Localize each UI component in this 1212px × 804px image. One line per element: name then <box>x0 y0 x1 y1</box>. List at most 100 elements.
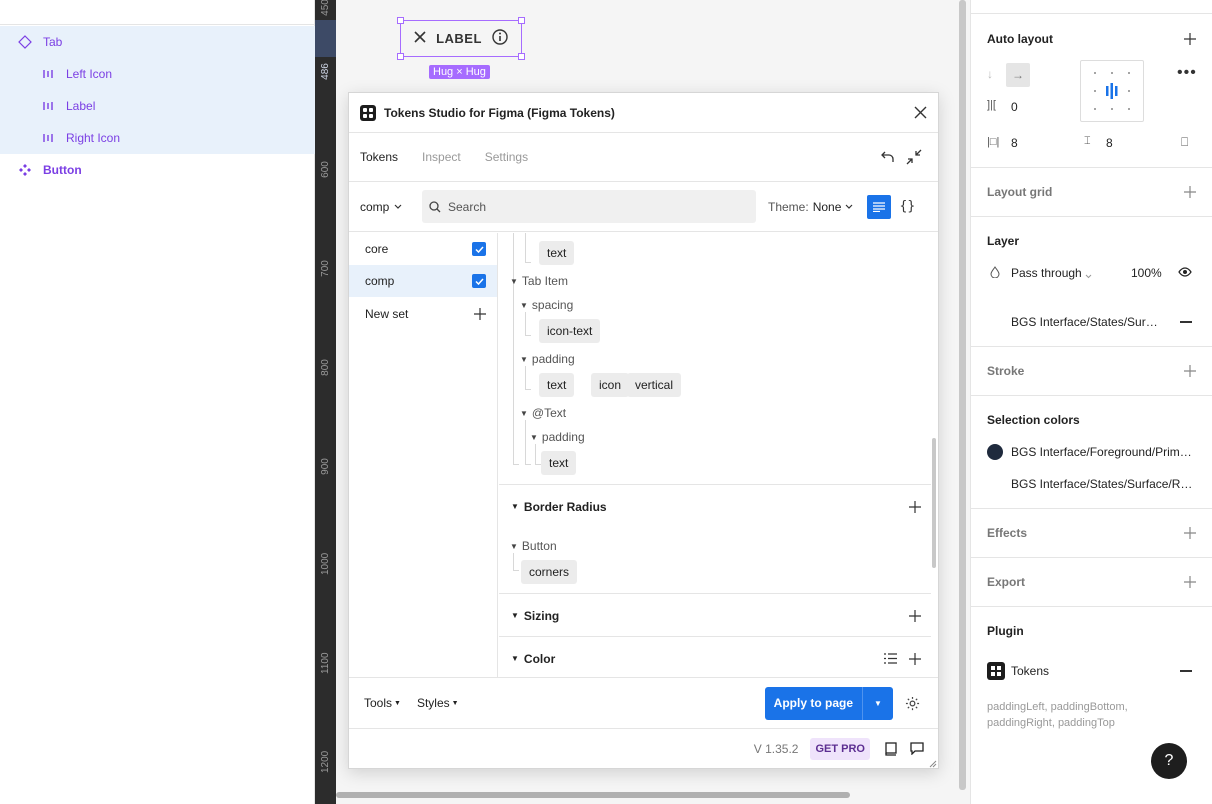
vertical-scrollbar[interactable] <box>959 0 966 790</box>
token-chip[interactable]: text <box>541 451 577 475</box>
token-group-text[interactable]: ▼ @Text <box>520 406 566 420</box>
resize-handle[interactable] <box>397 53 404 60</box>
token-set-checkbox[interactable] <box>472 242 486 256</box>
token-set-dropdown[interactable]: comp <box>360 200 422 214</box>
section-border-radius[interactable]: ▼ Border Radius <box>499 484 931 528</box>
tab-tokens[interactable]: Tokens <box>360 150 398 164</box>
resize-handle[interactable] <box>518 17 525 24</box>
section-title: Border Radius <box>523 499 607 514</box>
checkmark-icon <box>474 245 484 253</box>
plus-icon[interactable] <box>1182 525 1198 541</box>
fill-style-name[interactable]: BGS Interface/States/Surface/Rest <box>1011 315 1161 329</box>
gear-icon[interactable] <box>901 692 923 714</box>
token-group-tab-item[interactable]: ▼ Tab Item <box>510 274 568 288</box>
minus-icon[interactable] <box>1180 670 1192 672</box>
eye-icon[interactable] <box>1178 266 1192 280</box>
layer-item-tab[interactable]: Tab <box>0 26 315 58</box>
chevron-down-icon <box>845 204 853 209</box>
styles-menu[interactable]: Styles ▼ <box>417 696 459 710</box>
plus-icon[interactable] <box>474 308 486 320</box>
plus-icon[interactable] <box>909 609 921 622</box>
blend-mode-value[interactable]: Pass through <box>1011 266 1082 280</box>
horizontal-scrollbar[interactable] <box>336 792 850 798</box>
help-button[interactable]: ? <box>1151 743 1187 779</box>
layer-item-left-icon[interactable]: Left Icon <box>0 58 315 90</box>
ruler-tick: 450 <box>320 0 331 16</box>
search-field[interactable] <box>422 190 756 223</box>
chevron-down-icon <box>1085 268 1092 282</box>
plus-icon[interactable] <box>909 500 921 513</box>
apply-to-page-button[interactable]: Apply to page ▼ <box>764 686 893 720</box>
token-chip[interactable]: icon-text <box>539 319 601 343</box>
layer-label: Right Icon <box>66 131 121 145</box>
collapse-icon[interactable] <box>901 144 927 170</box>
section-color[interactable]: ▼ Color <box>499 636 931 677</box>
close-icon[interactable] <box>914 106 927 119</box>
list-icon[interactable] <box>884 653 897 664</box>
token-group-label: Button <box>521 539 557 553</box>
json-view-button[interactable]: {} <box>895 195 919 219</box>
layer-label: Button <box>43 163 82 177</box>
token-set-core[interactable]: core <box>349 233 497 265</box>
independent-padding-icon[interactable]: ⎕ <box>1181 135 1188 150</box>
token-chip[interactable]: corners <box>521 560 578 584</box>
apply-dropdown-button[interactable]: ▼ <box>863 699 893 708</box>
plugin-section-title: Plugin <box>987 624 1024 638</box>
tree-guide <box>525 233 531 263</box>
minus-icon[interactable] <box>1180 321 1192 323</box>
undo-icon[interactable] <box>875 144 901 170</box>
tools-menu[interactable]: Tools ▼ <box>364 696 401 710</box>
horizontal-padding-value[interactable]: 8 <box>1011 136 1018 150</box>
token-chip[interactable]: vertical <box>627 373 682 397</box>
plus-icon[interactable] <box>1182 184 1198 200</box>
tab-settings[interactable]: Settings <box>485 150 528 164</box>
item-spacing-value[interactable]: 0 <box>1011 100 1018 114</box>
token-group-label: padding <box>531 352 575 366</box>
section-sizing[interactable]: ▼ Sizing <box>499 593 931 637</box>
selection-colors-title: Selection colors <box>987 413 1080 427</box>
plugin-name[interactable]: Tokens <box>1011 664 1049 678</box>
theme-value: None <box>812 199 842 214</box>
theme-selector[interactable]: Theme: None <box>768 200 853 214</box>
token-set-comp[interactable]: comp <box>349 265 497 297</box>
more-options-icon[interactable]: ••• <box>1177 64 1197 82</box>
plus-icon[interactable] <box>1182 363 1198 379</box>
plus-icon[interactable] <box>1182 31 1198 47</box>
arrow-right-icon[interactable]: → <box>1006 63 1030 87</box>
selection-color-label[interactable]: BGS Interface/States/Surface/Rest <box>1011 477 1196 491</box>
resize-handle[interactable] <box>397 17 404 24</box>
alignment-box[interactable] <box>1080 60 1144 122</box>
token-group-button[interactable]: ▼ Button <box>510 539 557 553</box>
tab-inspect[interactable]: Inspect <box>422 150 461 164</box>
color-swatch[interactable] <box>987 444 1003 460</box>
token-set-checkbox[interactable] <box>472 274 486 288</box>
plugin-body: core comp New set text ▼ Tab Item ▼ spac… <box>349 233 938 677</box>
token-chip[interactable]: text <box>539 373 575 397</box>
layer-label: Left Icon <box>66 67 113 81</box>
opacity-value[interactable]: 100% <box>1131 266 1162 280</box>
plus-icon[interactable] <box>1182 574 1198 590</box>
selection-color-label[interactable]: BGS Interface/Foreground/Primary <box>1011 445 1196 459</box>
layer-title: Layer <box>987 234 1020 248</box>
resize-grip-icon[interactable] <box>927 757 937 768</box>
arrow-down-icon[interactable]: ↓ <box>987 67 993 81</box>
token-group-text-padding[interactable]: ▼ padding <box>530 430 585 444</box>
token-group-spacing[interactable]: ▼ spacing <box>520 298 573 312</box>
token-chip[interactable]: icon <box>591 373 630 397</box>
list-view-button[interactable] <box>867 194 892 219</box>
token-group-padding[interactable]: ▼ padding <box>520 352 575 366</box>
token-chip[interactable]: text <box>539 241 575 265</box>
search-input[interactable] <box>448 199 728 214</box>
selected-tab-component[interactable]: LABEL <box>397 17 525 60</box>
plus-icon[interactable] <box>909 652 921 665</box>
new-set-row[interactable]: New set <box>349 298 497 330</box>
feedback-icon[interactable] <box>906 738 928 760</box>
token-tree-scrollbar[interactable] <box>932 438 936 568</box>
get-pro-button[interactable]: GET PRO <box>810 737 870 760</box>
book-icon[interactable] <box>880 738 902 760</box>
layer-item-right-icon[interactable]: Right Icon <box>0 122 315 154</box>
vertical-padding-value[interactable]: 8 <box>1106 136 1113 150</box>
layer-item-button[interactable]: Button <box>0 154 315 186</box>
resize-handle[interactable] <box>518 53 525 60</box>
layer-item-label[interactable]: Label <box>0 90 315 122</box>
